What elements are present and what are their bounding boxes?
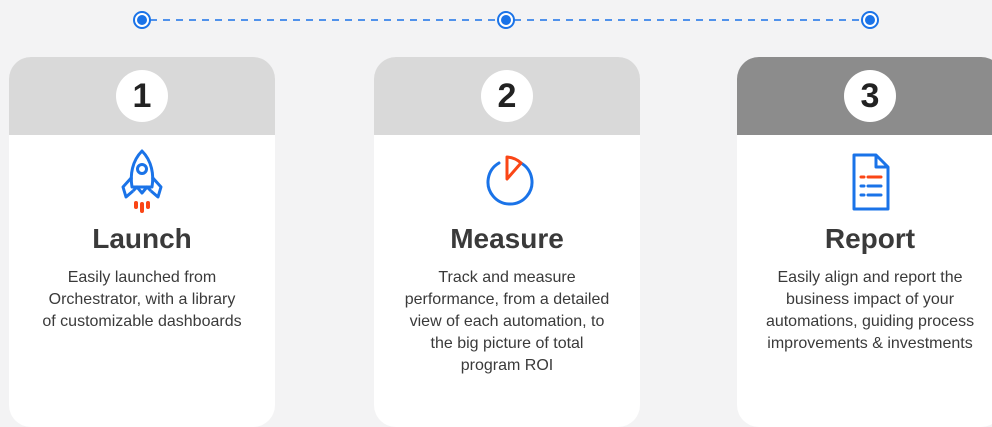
timeline-dot-2[interactable]: [497, 11, 515, 29]
step-description: Easily align and report the business imp…: [765, 269, 975, 352]
step-description: Track and measure performance, from a de…: [404, 269, 610, 374]
step-number-badge: 3: [844, 70, 896, 122]
pie-chart-icon: [486, 155, 534, 206]
step-card-report: 3 Report Easily align and report the bus…: [737, 57, 992, 427]
document-list-icon: [852, 153, 890, 211]
card-header: 2: [374, 57, 640, 135]
step-card-measure: 2 Measure Track and measure performance,…: [374, 57, 640, 427]
timeline-dot-1[interactable]: [133, 11, 151, 29]
step-timeline: [133, 11, 879, 29]
card-header: 1: [9, 57, 275, 135]
step-title: Report: [824, 223, 916, 254]
step-number-badge: 1: [116, 70, 168, 122]
step-card-launch: 1 Launch Easily launched from Orchestrat…: [9, 57, 275, 427]
card-header: 3: [737, 57, 992, 135]
rocket-icon: [121, 149, 163, 213]
step-title: Measure: [450, 223, 564, 254]
step-description: Easily launched from Orchestrator, with …: [42, 269, 242, 330]
timeline-dot-3[interactable]: [861, 11, 879, 29]
step-number-badge: 2: [481, 70, 533, 122]
step-title: Launch: [92, 223, 192, 254]
